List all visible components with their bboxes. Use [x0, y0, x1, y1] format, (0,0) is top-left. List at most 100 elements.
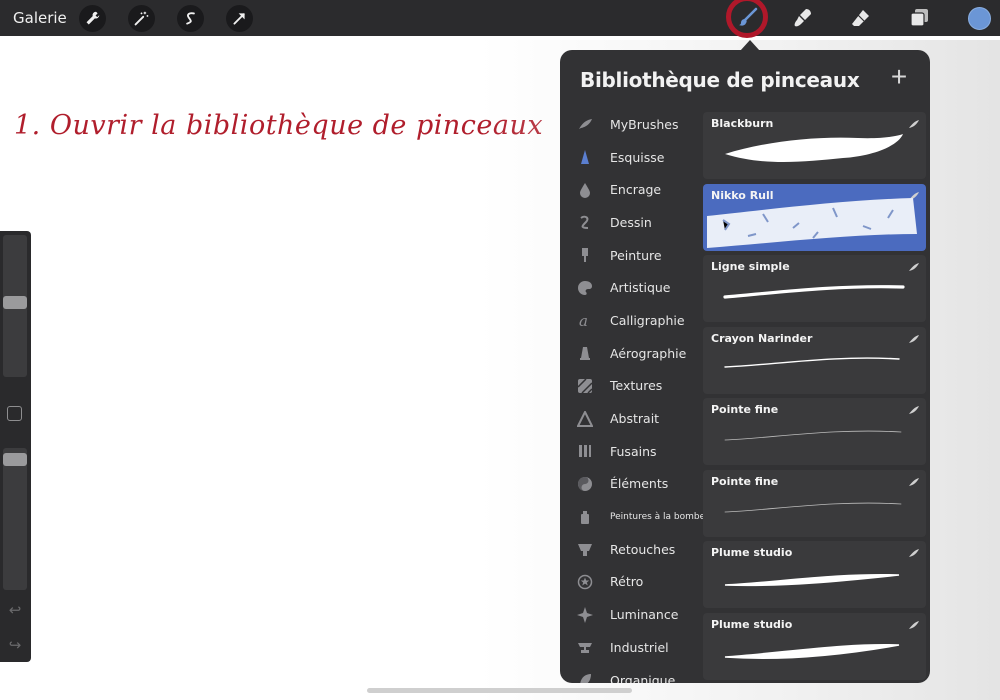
brush-category-item[interactable]: Peinture	[560, 239, 702, 272]
brush-category-label: Industriel	[610, 639, 669, 655]
brush-category-item[interactable]: Dessin	[560, 206, 702, 239]
svg-text:a: a	[579, 312, 588, 328]
side-slider-bar: ↩ ↪	[0, 231, 31, 662]
brush-highlight-circle	[726, 0, 768, 38]
brush-category-label: Éléments	[610, 476, 669, 492]
brush-category-item[interactable]: Textures	[560, 370, 702, 403]
brush-card[interactable]: Blackburn	[703, 112, 926, 179]
brush-category-item[interactable]: Rétro	[560, 566, 702, 599]
pencil-tip-icon	[577, 149, 593, 165]
brush-stroke-preview	[723, 275, 908, 315]
brush-category-item[interactable]: MyBrushes	[560, 108, 702, 141]
brush-card[interactable]: Nikko Rull	[703, 183, 926, 251]
brush-category-label: Esquisse	[610, 149, 665, 165]
stroke-type-icon	[908, 331, 920, 343]
brush-category-item[interactable]: Encrage	[560, 173, 702, 206]
brush-card[interactable]: Ligne simple	[703, 255, 926, 322]
brush-category-item[interactable]: Esquisse	[560, 141, 702, 174]
leaf-icon	[577, 672, 593, 683]
brush-category-item[interactable]: Organique	[560, 664, 702, 683]
stroke-type-icon	[908, 474, 920, 486]
brush-name: Pointe fine	[711, 474, 779, 488]
texture-icon	[577, 378, 593, 394]
brush-card[interactable]: Plume studio	[703, 612, 926, 680]
brush-category-item[interactable]: Abstrait	[560, 402, 702, 435]
color-swatch[interactable]	[968, 7, 991, 30]
charcoal-icon	[577, 443, 593, 459]
brush-category-item[interactable]: Industriel	[560, 631, 702, 664]
brush-category-label: Abstrait	[610, 411, 660, 427]
brush-category-label: Luminance	[610, 607, 679, 623]
home-indicator	[367, 688, 632, 693]
stroke-type-icon	[908, 259, 920, 271]
eraser-icon[interactable]	[846, 4, 876, 32]
brush-category-list: MyBrushes Esquisse Encrage Dessin Peinture Ar…	[560, 108, 706, 683]
anvil-icon	[577, 639, 593, 655]
airbrush-icon	[577, 345, 593, 361]
brush-stroke-preview	[723, 347, 908, 387]
transform-arrow-icon[interactable]	[226, 5, 253, 32]
spray-can-icon	[577, 509, 593, 525]
gallery-button[interactable]: Galerie	[13, 9, 67, 27]
brush-stroke-preview	[723, 132, 908, 172]
modify-button[interactable]	[7, 406, 22, 421]
stroke-type-icon	[908, 188, 920, 200]
opacity-slider[interactable]	[3, 448, 27, 590]
brush-stroke-preview	[723, 561, 908, 601]
retouch-icon	[577, 541, 593, 557]
stroke-type-icon	[908, 116, 920, 128]
brush-category-label: Aérographie	[610, 345, 687, 361]
undo-icon[interactable]: ↩	[6, 603, 24, 619]
layers-icon[interactable]	[905, 4, 935, 32]
stroke-type-icon	[908, 402, 920, 414]
selection-icon[interactable]	[177, 5, 204, 32]
brush-category-label: Peintures à la bombe	[610, 511, 706, 522]
top-toolbar: Galerie	[0, 0, 1000, 38]
brush-name: Plume studio	[711, 617, 793, 631]
wrench-icon[interactable]	[79, 5, 106, 32]
brush-card[interactable]: Crayon Narinder	[703, 326, 926, 394]
brush-category-item[interactable]: Fusains	[560, 435, 702, 468]
brush-category-item[interactable]: Luminance	[560, 598, 702, 631]
brush-card[interactable]: Plume studio	[703, 541, 926, 608]
brush-size-thumb[interactable]	[3, 295, 27, 309]
opacity-thumb[interactable]	[3, 453, 27, 467]
brush-category-item[interactable]: a Calligraphie	[560, 304, 702, 337]
panel-title: Bibliothèque de pinceaux	[580, 68, 860, 92]
brush-name: Pointe fine	[711, 403, 779, 416]
sparkle-icon	[577, 606, 593, 623]
brush-category-label: Retouches	[610, 541, 676, 557]
brush-category-label: Calligraphie	[610, 312, 685, 328]
brush-category-label: Peinture	[610, 247, 662, 263]
tutorial-annotation: 1. Ouvrir la bibliothèque de pinceaux	[14, 110, 544, 141]
magic-wand-icon[interactable]	[128, 5, 155, 32]
brush-category-item[interactable]: Aérographie	[560, 337, 702, 370]
brush-category-label: Artistique	[610, 280, 671, 296]
triangle-icon	[577, 410, 593, 427]
brush-library-panel: Bibliothèque de pinceaux + MyBrushes Esqu…	[560, 50, 930, 683]
brush-category-item[interactable]: Peintures à la bombe	[560, 500, 706, 533]
calligraphy-a-icon: a	[577, 312, 593, 328]
brush-stroke-preview	[723, 490, 908, 530]
palette-icon	[577, 280, 593, 296]
brush-card[interactable]: Pointe fine	[703, 398, 926, 465]
brush-stroke-preview	[723, 633, 908, 673]
brush-card[interactable]: Pointe fine	[703, 469, 926, 537]
brush-category-label: Dessin	[610, 214, 652, 230]
brush-stroke-preview	[723, 418, 908, 458]
smudge-icon[interactable]	[788, 4, 818, 32]
brush-category-label: MyBrushes	[610, 116, 679, 132]
brush-category-item[interactable]: Artistique	[560, 271, 702, 304]
add-brush-button[interactable]: +	[887, 63, 911, 91]
stroke-type-icon	[908, 617, 920, 629]
brush-category-item[interactable]: Éléments	[560, 468, 702, 501]
squiggle-icon	[577, 214, 593, 230]
paintbrush-icon	[577, 247, 593, 263]
redo-icon[interactable]: ↪	[6, 638, 24, 654]
ink-drop-icon	[577, 182, 593, 198]
brush-name: Plume studio	[711, 546, 793, 559]
brush-category-item[interactable]: Retouches	[560, 533, 702, 566]
stroke-type-icon	[908, 545, 920, 557]
star-circle-icon	[577, 574, 593, 590]
feather-icon	[577, 116, 593, 132]
